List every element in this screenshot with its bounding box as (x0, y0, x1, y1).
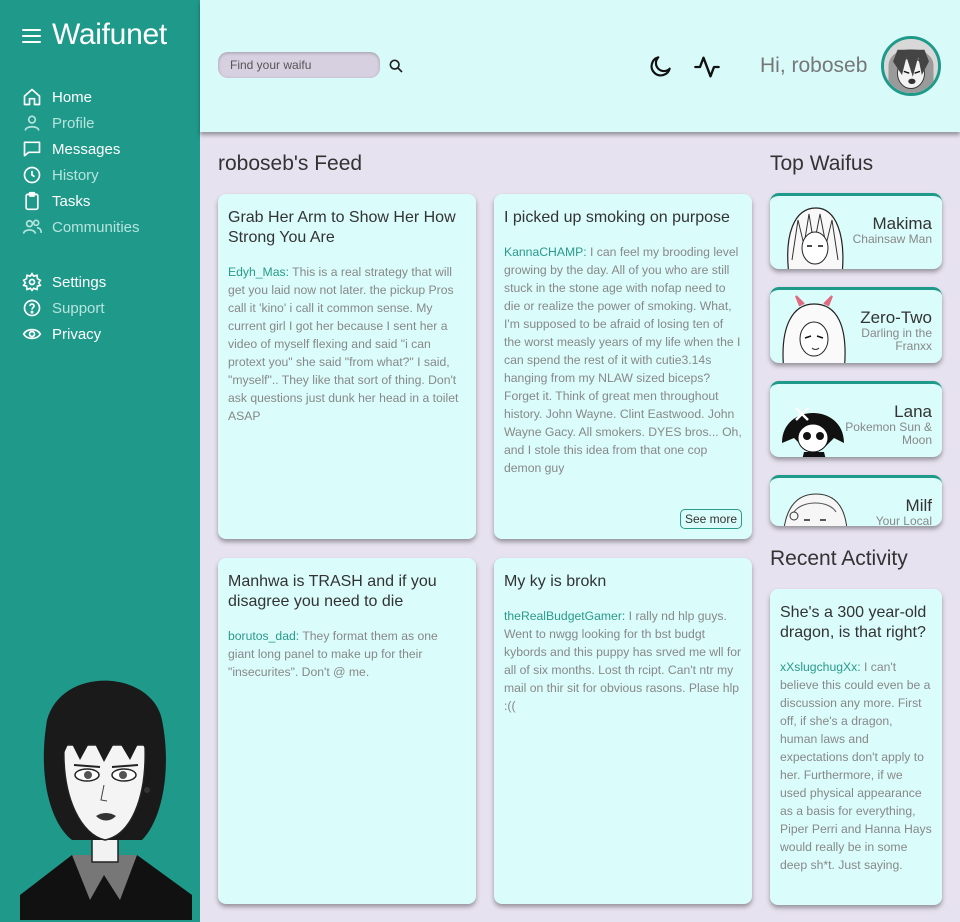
sidebar: Waifunet Home Profile Messages History T… (0, 0, 200, 922)
waifu-series: Darling in the Franxx (861, 326, 932, 353)
post-title: My ky is brokn (504, 573, 607, 590)
waifu-name: Lana (894, 402, 932, 421)
sidebar-item-label: Profile (52, 114, 95, 132)
brand[interactable]: Waifunet (22, 18, 167, 52)
sidebar-item-label: Privacy (52, 325, 102, 343)
profile-picture-image (884, 39, 938, 93)
sidebar-item-history[interactable]: History (22, 162, 140, 188)
post-text: This is a real strategy that will get yo… (228, 265, 459, 423)
feed-post-card[interactable]: Grab Her Arm to Show Her How Strong You … (218, 194, 476, 539)
clipboard-icon (25, 191, 39, 211)
sidebar-item-label: Settings (52, 273, 107, 291)
post-body: Edyh_Mas: This is a real strategy that w… (228, 263, 466, 425)
search-input[interactable] (218, 52, 380, 78)
sidebar-item-label: Support (52, 299, 105, 317)
moon-icon[interactable] (648, 53, 674, 79)
eye-icon (22, 328, 42, 340)
app-title: Waifunet (52, 18, 167, 51)
post-author[interactable]: theRealBudgetGamer: (504, 609, 625, 623)
sidebar-item-tasks[interactable]: Tasks (22, 188, 140, 214)
post-title: Grab Her Arm to Show Her How Strong You … (228, 209, 456, 246)
waifu-name: Milf (905, 496, 932, 515)
post-text: I can't believe this could even be a dis… (780, 660, 932, 872)
help-icon (23, 299, 41, 317)
avatar[interactable] (881, 36, 941, 96)
hamburger-menu-icon[interactable] (22, 27, 42, 43)
search-icon[interactable] (388, 58, 404, 74)
waifu-series: Chainsaw Man (852, 232, 932, 246)
user-icon (24, 115, 40, 131)
sidebar-item-profile[interactable]: Profile (22, 110, 140, 136)
sidebar-item-label: Home (52, 88, 93, 106)
waifu-card[interactable]: Makima Chainsaw Man (770, 193, 942, 269)
greeting-text: Hi, roboseb (760, 54, 868, 77)
post-author[interactable]: KannaCHAMP: (504, 245, 587, 259)
top-header: Hi, roboseb (200, 0, 960, 132)
recent-activity-title: Recent Activity (770, 547, 908, 570)
post-title: She's a 300 year-old dragon, is that rig… (780, 604, 927, 641)
waifu-card[interactable]: Zero-Two Darling in the Franxx (770, 287, 942, 363)
post-body: KannaCHAMP: I can feel my brooding level… (504, 243, 742, 498)
feed-post-card[interactable]: My ky is brokn theRealBudgetGamer: I ral… (494, 558, 752, 904)
clock-icon (23, 166, 41, 184)
post-title: Manhwa is TRASH and if you disagree you … (228, 573, 437, 610)
message-icon (23, 141, 41, 157)
waifu-name: Makima (872, 214, 932, 233)
post-author[interactable]: borutos_dad: (228, 629, 299, 643)
activity-icon[interactable] (693, 53, 721, 81)
top-waifus-title: Top Waifus (770, 152, 874, 175)
feed-title: roboseb's Feed (218, 152, 363, 175)
sidebar-item-privacy[interactable]: Privacy (22, 321, 140, 347)
post-text: I can feel my brooding level growing by … (504, 245, 742, 475)
sidebar-nav: Home Profile Messages History Tasks Comm… (22, 84, 140, 347)
mascot-illustration (20, 680, 192, 920)
post-body: xXslugchugXx: I can't believe this could… (780, 658, 932, 874)
feed-post-card[interactable]: Manhwa is TRASH and if you disagree you … (218, 558, 476, 904)
sidebar-item-label: Communities (52, 218, 140, 236)
post-title: I picked up smoking on purpose (504, 209, 730, 226)
sidebar-item-messages[interactable]: Messages (22, 136, 140, 162)
see-more-button[interactable]: See more (679, 509, 742, 529)
waifu-card[interactable]: Lana Pokemon Sun & Moon (770, 381, 942, 457)
waifu-name: Zero-Two (860, 308, 932, 327)
waifu-series: Your Local (875, 514, 932, 527)
users-icon (22, 219, 42, 234)
sidebar-item-label: Messages (52, 140, 121, 158)
post-text: I rally nd hlp guys. Went to nwgg lookin… (504, 609, 742, 713)
post-author[interactable]: xXslugchugXx: (780, 660, 861, 674)
sidebar-item-communities[interactable]: Communities (22, 214, 140, 240)
sidebar-item-settings[interactable]: Settings (22, 269, 140, 295)
gear-icon (22, 272, 42, 292)
post-body: borutos_dad: They format them as one gia… (228, 627, 466, 681)
home-icon (23, 88, 41, 106)
post-author[interactable]: Edyh_Mas: (228, 265, 289, 279)
activity-post-card[interactable]: She's a 300 year-old dragon, is that rig… (770, 589, 942, 905)
sidebar-item-label: History (52, 166, 99, 184)
post-body: theRealBudgetGamer: I rally nd hlp guys.… (504, 607, 742, 715)
waifu-series: Pokemon Sun & Moon (845, 420, 932, 447)
sidebar-item-support[interactable]: Support (22, 295, 140, 321)
waifu-card[interactable]: Milf Your Local (770, 475, 942, 526)
sidebar-item-label: Tasks (52, 192, 91, 210)
sidebar-item-home[interactable]: Home (22, 84, 140, 110)
feed-post-card[interactable]: I picked up smoking on purpose KannaCHAM… (494, 194, 752, 539)
